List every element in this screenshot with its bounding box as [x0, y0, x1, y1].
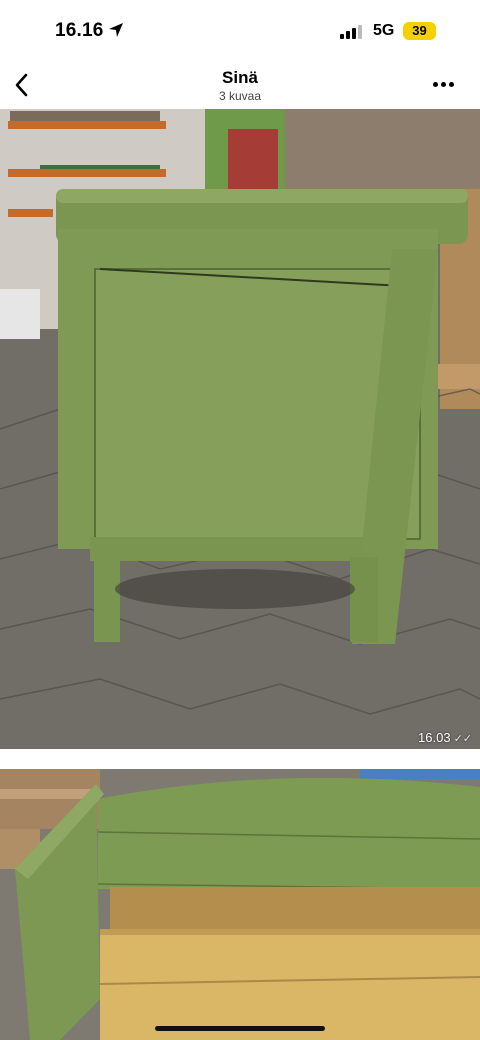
- status-time: 16.16: [55, 20, 104, 41]
- more-dots-icon[interactable]: [431, 76, 457, 92]
- location-arrow-icon: [109, 23, 123, 37]
- photo-bench: [0, 769, 480, 1040]
- page-subtitle: 3 kuvaa: [218, 89, 262, 103]
- photo-message-1[interactable]: 16.03 ✓✓: [0, 109, 480, 749]
- photo-cabinet-side: [0, 109, 480, 749]
- double-check-icon: ✓✓: [453, 733, 472, 745]
- battery-indicator: 39: [403, 22, 436, 40]
- status-bar: 16.16 5G 39: [0, 0, 480, 62]
- signal-icon: [340, 25, 364, 39]
- nav-bar: Sinä 3 kuvaa: [0, 62, 480, 108]
- page-title: Sinä: [222, 68, 258, 87]
- network-type: 5G: [373, 22, 395, 39]
- home-indicator: [155, 1026, 325, 1031]
- message-timestamp: 16.03 ✓✓: [418, 730, 472, 745]
- photo-message-2[interactable]: [0, 769, 480, 1040]
